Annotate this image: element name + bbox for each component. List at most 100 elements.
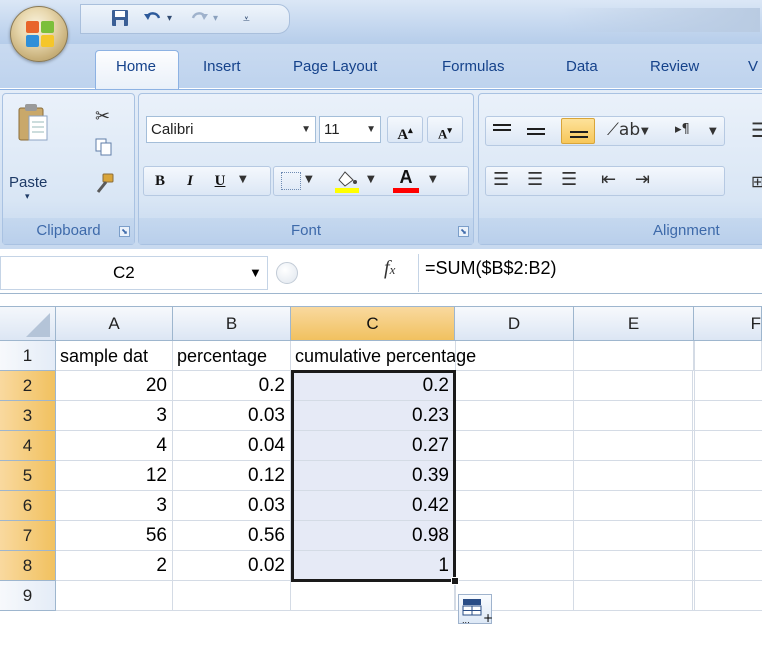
increase-indent-icon[interactable]: ⇥ [635,169,650,190]
copy-icon[interactable] [95,138,112,156]
insert-function-icon[interactable]: fx [384,257,395,280]
italic-button[interactable]: I [179,168,201,195]
auto-fill-options-button[interactable]: + ... [458,594,493,625]
cell-a4[interactable]: 4 [56,431,173,461]
office-button[interactable] [10,6,68,62]
fill-color-dropdown-icon[interactable]: ▼ [367,174,375,185]
font-launcher-icon[interactable]: ⬊ [458,226,469,237]
borders-icon[interactable] [281,172,301,190]
align-right-icon[interactable]: ☰ [561,169,577,190]
formula-bar-resize-icon[interactable] [276,262,298,284]
row-header-5[interactable]: 5 [0,461,56,491]
font-color-dropdown-icon[interactable]: ▼ [429,174,437,185]
align-bottom-icon[interactable] [561,118,595,144]
fill-color-button[interactable] [333,168,363,194]
paragraph-dropdown-icon[interactable]: ▼ [709,126,717,137]
column-header-e[interactable]: E [574,307,694,341]
font-color-button[interactable]: A [389,166,423,194]
shrink-font-button[interactable]: A▾ [427,116,463,143]
select-all-button[interactable] [0,307,56,341]
paragraph-direction-icon[interactable]: ▸¶ [675,122,690,137]
grow-font-button[interactable]: A▴ [387,116,423,143]
column-header-a[interactable]: A [56,307,173,341]
row-header-2[interactable]: 2 [0,371,56,401]
row-header-7[interactable]: 7 [0,521,56,551]
cell-a8[interactable]: 2 [56,551,173,581]
font-size-dropdown-icon[interactable]: ▼ [366,117,376,142]
cell-b7[interactable]: 0.56 [173,521,291,551]
name-box-dropdown-icon[interactable]: ▼ [249,257,262,289]
align-center-icon[interactable]: ☰ [527,169,543,190]
save-icon[interactable] [111,9,129,29]
redo-icon[interactable] [189,9,209,29]
tab-formulas[interactable]: Formulas [442,58,505,75]
bold-button[interactable]: B [149,168,171,195]
undo-dropdown-icon[interactable]: ▾ [167,9,172,29]
cell-a6[interactable]: 3 [56,491,173,521]
tab-insert[interactable]: Insert [203,58,241,75]
cell-b1[interactable]: percentage [173,341,291,371]
redo-dropdown-icon[interactable]: ▾ [213,9,218,29]
orientation-dropdown-icon[interactable]: ▼ [641,126,649,137]
tab-page-layout[interactable]: Page Layout [293,58,377,75]
column-header-c[interactable]: C [291,307,455,341]
row-header-4[interactable]: 4 [0,431,56,461]
cut-icon[interactable]: ✂ [95,106,110,127]
cell-a7[interactable]: 56 [56,521,173,551]
cell-c1[interactable]: cumulative percentage [291,341,574,371]
cell-a9[interactable] [56,581,173,611]
column-header-b[interactable]: B [173,307,291,341]
name-box[interactable]: C2 ▼ [0,256,268,290]
row-header-3[interactable]: 3 [0,401,56,431]
cell-a1[interactable]: sample dat [56,341,173,371]
decrease-indent-icon[interactable]: ⇤ [601,169,616,190]
row-header-9[interactable]: 9 [0,581,56,611]
column-header-f[interactable]: F [694,307,762,341]
customize-toolbar-icon[interactable]: ⩡ [243,9,250,29]
tab-view[interactable]: V [748,58,758,75]
cell-b6[interactable]: 0.03 [173,491,291,521]
underline-dropdown-icon[interactable]: ▼ [239,174,247,185]
orientation-icon[interactable]: ⟋ab [607,120,640,140]
font-name-dropdown-icon[interactable]: ▼ [301,117,311,142]
align-left-icon[interactable]: ☰ [493,169,509,190]
row-header-8[interactable]: 8 [0,551,56,581]
font-name-combo[interactable]: Calibri ▼ [146,116,316,143]
font-size-combo[interactable]: 11 ▼ [319,116,381,143]
cell-b3[interactable]: 0.03 [173,401,291,431]
office-logo-icon [26,21,54,47]
paste-button[interactable]: Paste [9,174,47,191]
cell-b4[interactable]: 0.04 [173,431,291,461]
cell-b8[interactable]: 0.02 [173,551,291,581]
empty-cells-d-f[interactable] [455,371,762,611]
tab-home-label[interactable]: Home [116,58,156,75]
row-header-6[interactable]: 6 [0,491,56,521]
row-header-1[interactable]: 1 [0,341,56,371]
undo-icon[interactable] [143,9,163,29]
quick-access-toolbar: ▾ ▾ ⩡ [80,4,290,34]
cell-a2[interactable]: 20 [56,371,173,401]
cell-b5[interactable]: 0.12 [173,461,291,491]
cell-f1[interactable] [694,341,762,371]
borders-dropdown-icon[interactable]: ▼ [305,174,313,185]
cell-e1[interactable] [574,341,694,371]
formula-input[interactable]: =SUM($B$2:B2) [425,258,557,279]
format-painter-icon[interactable] [93,172,114,193]
paste-icon[interactable] [17,102,48,144]
tab-review[interactable]: Review [650,58,699,75]
cell-b9[interactable] [173,581,291,611]
column-header-d[interactable]: D [455,307,574,341]
tab-data[interactable]: Data [566,58,598,75]
merge-center-icon[interactable]: ⊞ [751,172,762,191]
align-top-icon[interactable] [493,122,513,140]
underline-button[interactable]: U [209,168,231,195]
cell-b2[interactable]: 0.2 [173,371,291,401]
paste-dropdown-icon[interactable]: ▾ [25,192,30,202]
wrap-text-icon[interactable]: ☰ [751,118,762,142]
fill-handle[interactable] [451,577,459,585]
cell-a5[interactable]: 12 [56,461,173,491]
clipboard-launcher-icon[interactable]: ⬊ [119,226,130,237]
cell-c9[interactable] [291,581,455,611]
cell-a3[interactable]: 3 [56,401,173,431]
align-middle-icon[interactable] [527,122,547,140]
